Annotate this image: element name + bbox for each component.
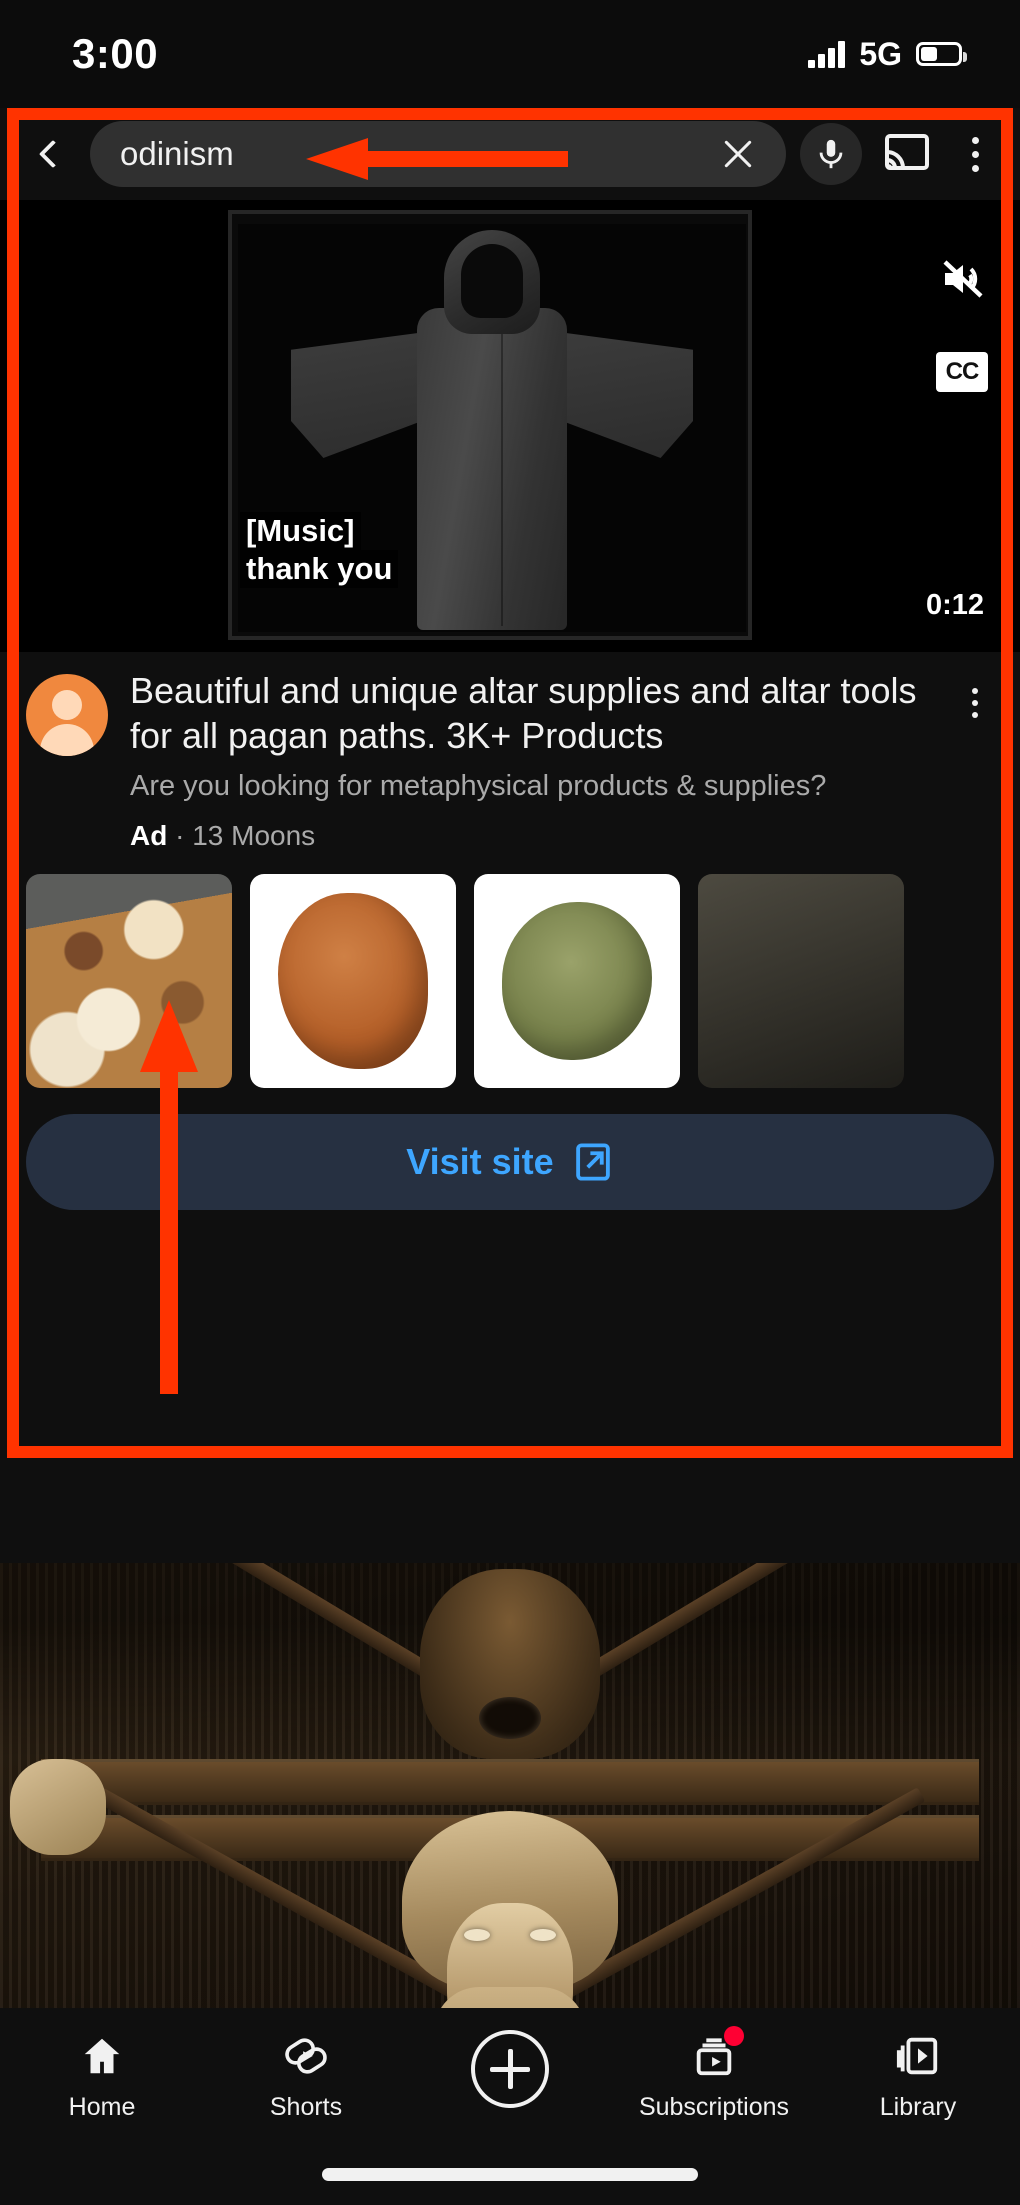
ad-title: Beautiful and unique altar supplies and …	[130, 670, 917, 756]
signal-bars-icon	[808, 40, 846, 68]
bottom-navigation: Home Shorts Subscriptions Library	[0, 2008, 1020, 2205]
visit-site-button[interactable]: Visit site	[26, 1113, 994, 1210]
volume-muted-icon[interactable]	[932, 248, 994, 310]
closed-captions-icon[interactable]: CC	[936, 352, 988, 392]
microphone-icon	[819, 139, 843, 169]
library-icon	[892, 2030, 944, 2082]
more-vertical-icon[interactable]	[948, 123, 1002, 185]
nav-tab-shorts[interactable]: Shorts	[204, 2030, 408, 2122]
product-card-3[interactable]	[474, 873, 680, 1088]
ad-badge: Ad	[130, 819, 168, 851]
ad-advertiser-name: 13 Moons	[192, 819, 316, 851]
status-bar: 3:00 5G	[0, 0, 1020, 108]
search-query-text: odinism	[120, 135, 234, 172]
channel-avatar-icon	[26, 674, 108, 756]
video-player[interactable]: [Music] thank you 0:12 CC	[0, 200, 1020, 652]
status-time: 3:00	[72, 30, 159, 77]
video-captions: [Music] thank you	[228, 512, 410, 588]
nav-label-shorts: Shorts	[269, 2093, 343, 2121]
product-card-4[interactable]	[698, 873, 904, 1088]
battery-icon	[916, 42, 967, 66]
subscriptions-badge	[724, 2026, 744, 2046]
ad-meta-separator: ·	[175, 819, 185, 851]
youtube-app: odinism [Music] thank you 0:12 CC Beauti…	[0, 108, 1020, 2053]
nav-tab-subscriptions[interactable]: Subscriptions	[612, 2026, 816, 2122]
caption-line-1: [Music]	[240, 512, 361, 551]
nav-label-library: Library	[879, 2093, 957, 2121]
back-chevron-icon	[38, 139, 68, 169]
video-duration: 0:12	[925, 589, 984, 621]
product-card-2[interactable]	[250, 873, 456, 1088]
ad-header: Beautiful and unique altar supplies and …	[0, 652, 1020, 852]
create-plus-icon[interactable]	[471, 2030, 549, 2108]
ad-text-block: Beautiful and unique altar supplies and …	[108, 668, 952, 852]
nav-tab-home[interactable]: Home	[0, 2030, 204, 2122]
clear-x-icon[interactable]	[716, 132, 760, 176]
back-button[interactable]	[22, 123, 84, 185]
caption-line-2: thank you	[240, 550, 399, 588]
nav-label-home: Home	[68, 2093, 136, 2121]
phone-screen: 3:00 5G odinism [Music] thank you 0:12 C…	[0, 0, 1020, 2205]
cast-icon	[885, 134, 929, 170]
norse-wood-carving-odin-thumbnail[interactable]	[0, 1563, 1020, 2053]
home-icon	[76, 2030, 128, 2082]
voice-search-button[interactable]	[800, 123, 862, 185]
search-input[interactable]: odinism	[90, 121, 786, 187]
status-indicators: 5G	[808, 35, 967, 73]
ad-meta: Ad · 13 Moons	[130, 820, 942, 852]
home-indicator	[322, 2168, 698, 2181]
shorts-icon	[280, 2030, 332, 2082]
ad-card[interactable]: Beautiful and unique altar supplies and …	[0, 652, 1020, 1210]
search-header: odinism	[0, 108, 1020, 200]
product-card-1[interactable]	[26, 873, 232, 1088]
visit-site-label: Visit site	[406, 1140, 554, 1182]
network-type-label: 5G	[859, 35, 902, 72]
cast-button[interactable]	[876, 123, 938, 185]
ad-more-vertical-icon[interactable]	[952, 672, 998, 734]
subscriptions-icon	[688, 2026, 744, 2082]
ad-product-carousel[interactable]	[0, 852, 1020, 1088]
nav-tab-create[interactable]	[408, 2030, 612, 2108]
nav-label-subscriptions: Subscriptions	[638, 2093, 790, 2121]
ad-subtitle: Are you looking for metaphysical product…	[130, 770, 827, 802]
nav-tab-library[interactable]: Library	[816, 2030, 1020, 2122]
external-link-icon	[575, 1143, 610, 1181]
